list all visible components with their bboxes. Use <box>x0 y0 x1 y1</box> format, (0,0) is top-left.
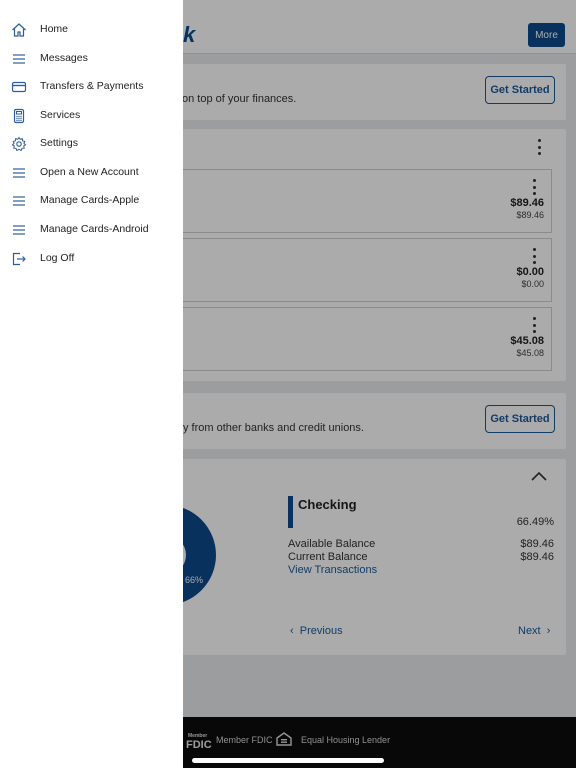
menu-item-label: Settings <box>40 137 78 149</box>
menu-item-label: Transfers & Payments <box>40 80 144 92</box>
home-indicator[interactable] <box>192 758 384 763</box>
menu-item-open-new-account[interactable]: Open a New Account <box>0 160 183 186</box>
calculator-icon <box>13 108 25 124</box>
menu-item-log-off[interactable]: Log Off <box>0 246 183 272</box>
menu-item-manage-cards-android[interactable]: Manage Cards-Android <box>0 217 183 243</box>
card-icon <box>11 81 27 93</box>
menu-item-label: Manage Cards-Apple <box>40 194 140 206</box>
menu-item-label: Log Off <box>40 252 75 264</box>
menu-item-label: Services <box>40 109 81 121</box>
gear-icon <box>11 136 27 152</box>
logout-icon <box>12 252 26 266</box>
list-icon <box>13 168 25 178</box>
menu-item-label: Manage Cards-Android <box>40 223 149 235</box>
menu-item-transfers-payments[interactable]: Transfers & Payments <box>0 74 183 100</box>
menu-item-home[interactable]: Home <box>0 17 183 43</box>
home-icon <box>12 23 26 37</box>
menu-item-services[interactable]: Services <box>0 103 183 129</box>
list-icon <box>13 196 25 206</box>
menu-item-label: Open a New Account <box>40 166 139 178</box>
menu-item-manage-cards-apple[interactable]: Manage Cards-Apple <box>0 188 183 214</box>
navigation-drawer: Home Messages Transfers & Payments Servi… <box>0 0 183 768</box>
menu-item-messages[interactable]: Messages <box>0 46 183 72</box>
menu-item-label: Home <box>40 23 69 35</box>
list-icon <box>13 225 25 235</box>
list-icon <box>13 54 25 64</box>
menu-item-settings[interactable]: Settings <box>0 131 183 157</box>
menu-item-label: Messages <box>40 52 88 64</box>
